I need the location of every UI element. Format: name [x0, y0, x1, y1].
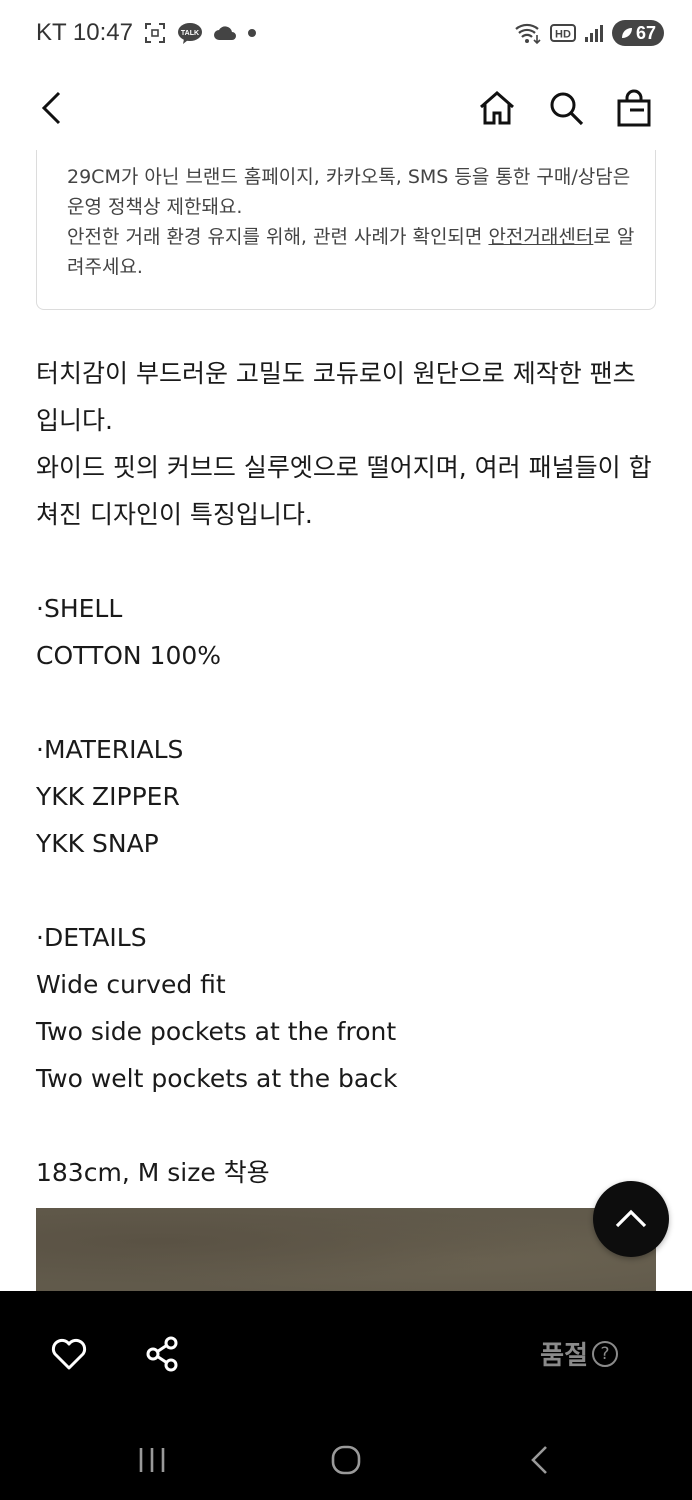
soldout-label: 품절 — [540, 1340, 588, 1371]
clock-time: 10:47 — [72, 19, 133, 46]
hd-voice-icon: HD — [549, 22, 576, 44]
carrier-label: KT 10:47 — [36, 19, 133, 47]
materials-heading: ·MATERIALS — [36, 735, 184, 764]
material-item: YKK SNAP — [36, 829, 159, 858]
battery-level: 67 — [635, 22, 656, 43]
cloud-icon — [213, 24, 237, 42]
notice-text: 29CM가 아닌 브랜드 홈페이지, 카카오톡, SMS 등을 통한 구매/상담… — [67, 162, 637, 282]
shell-heading: ·SHELL — [36, 594, 123, 623]
back-chevron-icon — [531, 1446, 547, 1474]
safe-trade-notice: 29CM가 아닌 브랜드 홈페이지, 카카오톡, SMS 등을 통한 구매/상담… — [36, 150, 656, 310]
recent-apps-icon — [139, 1448, 165, 1472]
notice-line-2-prefix: 안전한 거래 환경 유지를 위해, 관련 사례가 확인되면 — [67, 226, 489, 248]
back-button[interactable] — [30, 86, 74, 130]
description-intro-2: 와이드 핏의 커브드 실루엣으로 떨어지며, 여러 패널들이 합쳐진 디자인이 … — [36, 453, 652, 529]
bottom-action-bar: 품절 ? — [0, 1291, 692, 1420]
shopping-bag-icon — [617, 89, 651, 127]
detail-item: Two side pockets at the front — [36, 1017, 397, 1046]
search-button[interactable] — [544, 86, 588, 130]
hd-text: HD — [555, 29, 571, 41]
signal-icon — [584, 23, 604, 43]
home-icon — [480, 91, 514, 125]
share-button[interactable] — [140, 1331, 186, 1377]
talk-text: TALK — [181, 30, 199, 37]
status-bar: KT 10:47 TALK HD 67 — [0, 0, 692, 66]
status-right: HD 67 — [514, 18, 664, 48]
help-icon[interactable]: ? — [592, 1341, 618, 1367]
carrier-name: KT — [36, 19, 67, 46]
material-item: YKK ZIPPER — [36, 782, 180, 811]
chevron-up-icon — [615, 1209, 647, 1228]
notice-line-1: 29CM가 아닌 브랜드 홈페이지, 카카오톡, SMS 등을 통한 구매/상담… — [67, 166, 631, 218]
heart-icon — [51, 1338, 87, 1370]
back-nav-button[interactable] — [510, 1438, 570, 1482]
scroll-to-top-button[interactable] — [593, 1181, 669, 1257]
wifi-icon — [514, 21, 542, 45]
details-heading: ·DETAILS — [36, 923, 147, 952]
app-header — [0, 66, 692, 150]
search-icon — [550, 92, 584, 126]
shell-value: COTTON 100% — [36, 641, 222, 670]
share-icon — [146, 1336, 178, 1372]
model-size-info: 183cm, M size 착용 — [36, 1158, 270, 1187]
home-nav-button[interactable] — [316, 1438, 376, 1482]
screenshot-icon — [143, 21, 167, 45]
system-nav-bar — [0, 1420, 692, 1500]
product-photo — [36, 1208, 656, 1292]
description-intro-1: 터치감이 부드러운 고밀도 코듀로이 원단으로 제작한 팬츠입니다. — [36, 359, 636, 435]
detail-item: Two welt pockets at the back — [36, 1064, 398, 1093]
safe-trade-center-link[interactable]: 안전거래센터 — [488, 226, 593, 248]
recent-apps-button[interactable] — [122, 1438, 182, 1482]
cart-button[interactable] — [612, 86, 656, 130]
back-icon — [41, 91, 61, 125]
kakaotalk-icon: TALK — [177, 21, 203, 45]
home-button[interactable] — [475, 86, 519, 130]
battery-indicator: 67 — [611, 20, 664, 46]
charging-icon — [621, 28, 632, 38]
notice-line-2: 안전한 거래 환경 유지를 위해, 관련 사례가 확인되면 안전거래센터로 알려… — [67, 222, 637, 282]
home-circle-icon — [331, 1445, 361, 1475]
product-description: 터치감이 부드러운 고밀도 코듀로이 원단으로 제작한 팬츠입니다. 와이드 핏… — [36, 350, 656, 1196]
status-left: KT 10:47 TALK — [36, 18, 257, 48]
like-button[interactable] — [46, 1333, 92, 1375]
detail-item: Wide curved fit — [36, 970, 226, 999]
notification-dot-icon — [247, 28, 257, 38]
